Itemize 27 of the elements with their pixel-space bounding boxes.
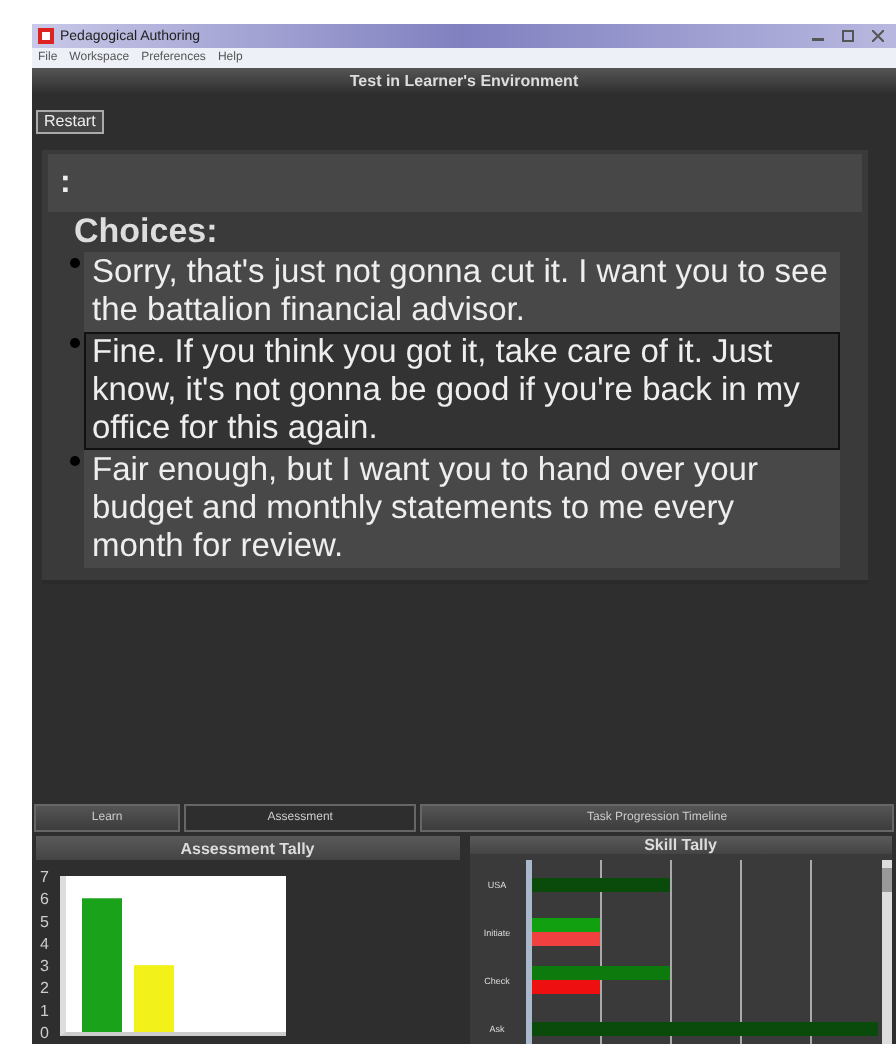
maximize-icon <box>841 30 853 42</box>
axis-tick-label: 4 <box>40 934 49 953</box>
bullet-icon <box>70 338 80 348</box>
bullet-icon <box>70 258 80 268</box>
restart-button[interactable]: Restart <box>36 109 104 133</box>
panel-header: Skill Tally <box>469 836 892 854</box>
axis-tick-label: 2 <box>40 979 49 998</box>
skill-bar <box>531 877 670 891</box>
axis-tick-label: 5 <box>40 912 49 931</box>
axis-tick-label: 3 <box>40 957 49 976</box>
choice-option[interactable]: Fine. If you think you got it, take care of it. Just know, it's not gonna be good if you're back in my office for this again. <box>84 332 840 450</box>
app-icon <box>38 28 54 44</box>
chart-bar <box>82 898 122 1032</box>
choice-option[interactable]: Sorry, that's just not gonna cut it. I want you to see the battalion financial advisor. <box>84 252 840 332</box>
choice-option[interactable]: Fair enough, but I want you to hand over your budget and monthly statements to me every month for review. <box>84 450 840 568</box>
axis-tick-label: 0 <box>40 1024 49 1042</box>
choices-heading: Choices: <box>72 212 220 252</box>
axis-tick-label: 7 <box>40 868 49 886</box>
panel-header: Assessment Tally <box>36 836 459 860</box>
axis-tick-label: 1 <box>40 1001 49 1020</box>
header-title: Test in Learner's Environment <box>349 72 579 90</box>
prompt-text: : <box>48 154 862 212</box>
chart-bar <box>134 965 174 1032</box>
axis-tick-label: 6 <box>40 890 49 909</box>
bullet-icon <box>70 456 80 466</box>
scrollbar[interactable] <box>882 860 892 1044</box>
close-icon <box>871 30 883 42</box>
